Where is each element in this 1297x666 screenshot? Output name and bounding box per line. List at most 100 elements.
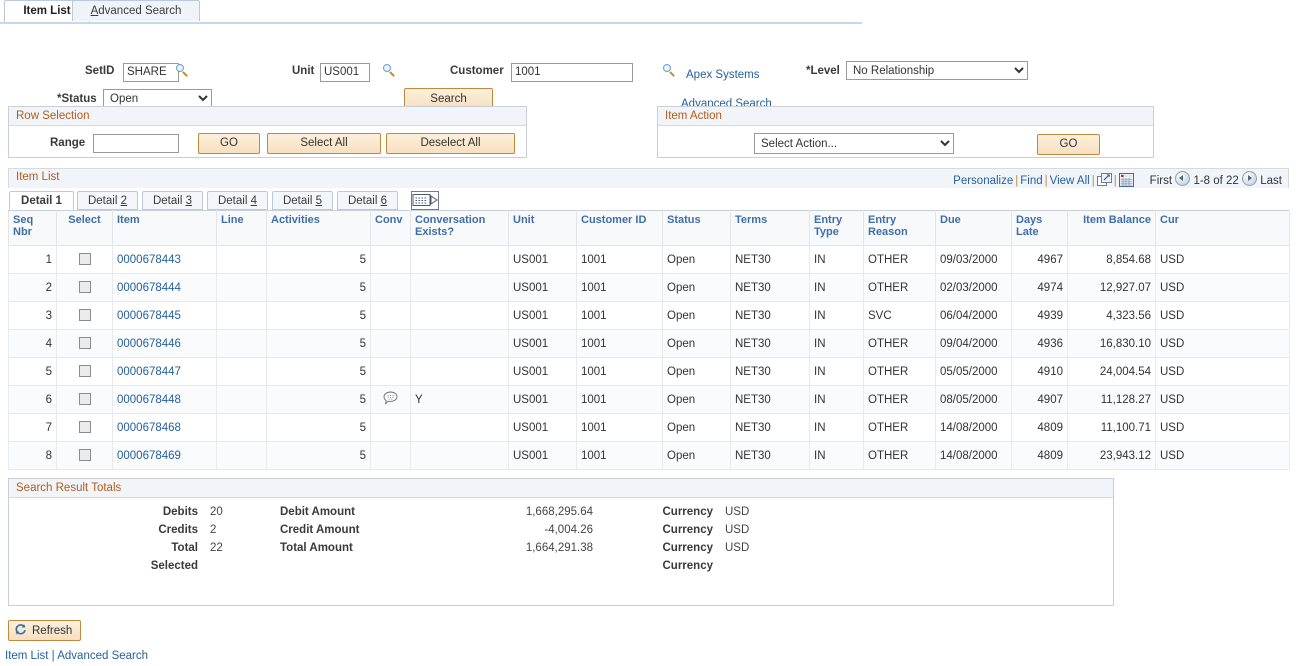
item-action-go-button[interactable]: GO [1037,134,1100,155]
show-all-columns-icon[interactable] [411,191,439,210]
item-list-grid-title: Item List [16,171,60,183]
cell-status: Open [662,329,731,358]
detail-tab-1[interactable]: Detail 1 [9,191,74,210]
cell-line [216,385,267,414]
footer-item-list-link[interactable]: Item List [5,650,48,662]
cell-seq-nbr: 1 [8,245,57,274]
cell-status: Open [662,385,731,414]
customer-name-link[interactable]: Apex Systems [686,69,760,81]
row-select-checkbox[interactable] [78,253,91,266]
col-conv[interactable]: Conv [370,210,411,246]
row-select-checkbox[interactable] [78,337,91,350]
cell-select[interactable] [56,441,113,470]
conversation-icon[interactable] [383,391,398,405]
cell-select[interactable] [56,357,113,386]
download-grid-icon[interactable] [1118,173,1134,187]
expand-window-icon[interactable] [1096,173,1112,187]
cell-cur: USD [1155,273,1290,302]
cell-customer-id: 1001 [576,301,663,330]
totals-spacer [809,521,1115,539]
pagination-last[interactable]: Last [1260,175,1282,187]
tab-advanced-search[interactable]: Advanced Search [72,0,200,21]
table-row: 8 0000678469 5 US001 1001 Open NET30 IN OTHER 14/… [8,441,1290,470]
cell-terms: NET30 [730,357,810,386]
pagination-next-arrow-icon[interactable] [1242,171,1258,186]
cell-conversation-exists [410,357,509,386]
col-entry-reason[interactable]: Entry Reason [863,210,936,246]
detail-tab-2[interactable]: Detail 2 [77,191,138,210]
pagination-first[interactable]: First [1150,175,1172,187]
detail-tab-5[interactable]: Detail 5 [272,191,333,210]
cell-select[interactable] [56,273,113,302]
col-status[interactable]: Status [662,210,731,246]
col-item-balance[interactable]: Item Balance [1067,210,1156,246]
item-action-select[interactable]: Select Action... [754,133,954,154]
col-line[interactable]: Line [216,210,267,246]
totals-count-label: Total [171,542,198,554]
item-link[interactable]: 0000678447 [117,366,181,378]
cell-select[interactable] [56,245,113,274]
col-item[interactable]: Item [112,210,217,246]
col-select[interactable]: Select [56,210,113,246]
row-select-checkbox[interactable] [78,449,91,462]
col-conversation-exists[interactable]: Conversation Exists? [410,210,509,246]
range-go-button[interactable]: GO [198,133,260,154]
level-select[interactable]: No Relationship [846,61,1028,80]
item-list-grid-header: Item List Personalize | Find | View All | | Fi… [8,168,1289,188]
cell-status: Open [662,273,731,302]
cell-conv [370,413,411,442]
cell-entry-reason: OTHER [863,385,936,414]
row-select-checkbox[interactable] [78,393,91,406]
select-all-button[interactable]: Select All [267,133,381,154]
item-link[interactable]: 0000678468 [117,422,181,434]
item-link[interactable]: 0000678445 [117,310,181,322]
view-all-link[interactable]: View All [1050,175,1090,187]
setid-input[interactable] [123,63,179,82]
footer-advanced-search-link[interactable]: Advanced Search [57,650,148,662]
totals-currency-label: Currency [662,560,714,572]
refresh-button[interactable]: Refresh [8,620,82,641]
row-select-checkbox[interactable] [78,365,91,378]
cell-conv [370,329,411,358]
detail-tab-3[interactable]: Detail 3 [142,191,203,210]
item-link[interactable]: 0000678446 [117,338,181,350]
cell-customer-id: 1001 [576,245,663,274]
item-link[interactable]: 0000678469 [117,450,181,462]
unit-lookup-icon[interactable] [383,64,396,77]
range-input[interactable] [93,134,179,153]
cell-days-late: 4974 [1011,273,1068,302]
col-entry-type[interactable]: Entry Type [809,210,864,246]
cell-select[interactable] [56,329,113,358]
totals-currency-value [719,557,809,575]
col-cur[interactable]: Cur [1155,210,1290,246]
col-customer-id[interactable]: Customer ID [576,210,663,246]
cell-activities: 5 [266,329,371,358]
col-activities[interactable]: Activities [266,210,371,246]
personalize-link[interactable]: Personalize [953,175,1013,187]
col-seq-nbr[interactable]: Seq Nbr [8,210,57,246]
unit-input[interactable] [320,63,370,82]
row-select-checkbox[interactable] [78,281,91,294]
item-link[interactable]: 0000678443 [117,254,181,266]
item-link[interactable]: 0000678444 [117,282,181,294]
item-link[interactable]: 0000678448 [117,394,181,406]
col-days-late[interactable]: Days Late [1011,210,1068,246]
cell-select[interactable] [56,301,113,330]
row-select-checkbox[interactable] [78,309,91,322]
cell-select[interactable] [56,385,113,414]
cell-select[interactable] [56,413,113,442]
row-select-checkbox[interactable] [78,421,91,434]
find-link[interactable]: Find [1020,175,1042,187]
cell-days-late: 4939 [1011,301,1068,330]
detail-tab-4[interactable]: Detail 4 [207,191,268,210]
cell-days-late: 4907 [1011,385,1068,414]
col-unit[interactable]: Unit [508,210,577,246]
customer-input[interactable] [511,63,633,82]
col-due[interactable]: Due [935,210,1012,246]
setid-lookup-icon[interactable] [176,64,189,77]
deselect-all-button[interactable]: Deselect All [386,133,515,154]
pagination-prev-arrow-icon[interactable] [1175,171,1191,186]
col-terms[interactable]: Terms [730,210,810,246]
detail-tab-6[interactable]: Detail 6 [337,191,398,210]
customer-lookup-icon[interactable] [663,64,676,77]
